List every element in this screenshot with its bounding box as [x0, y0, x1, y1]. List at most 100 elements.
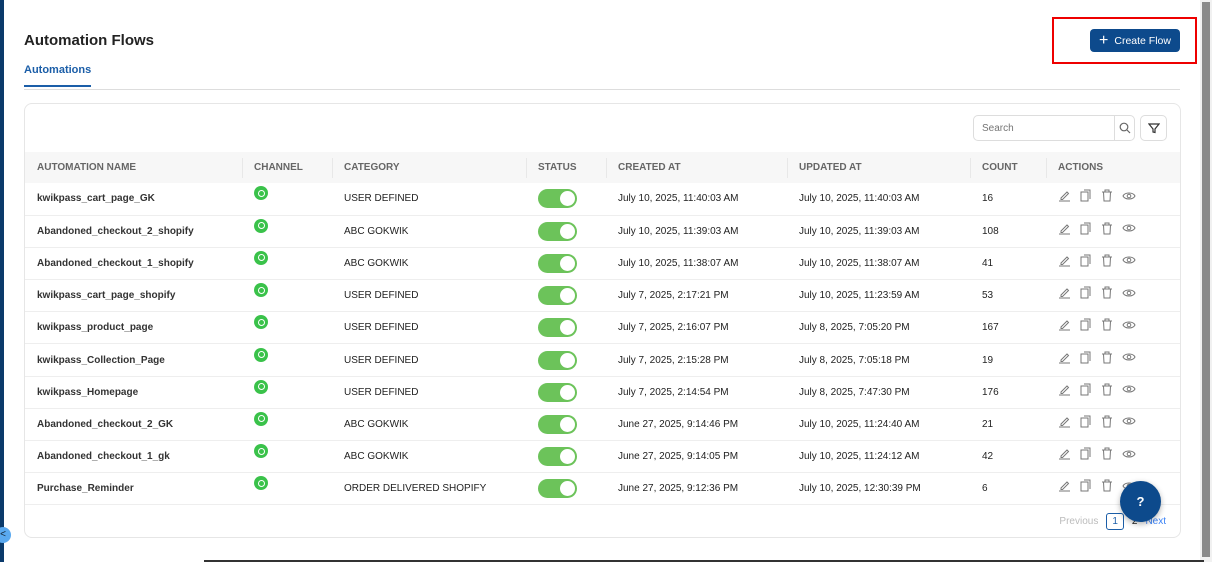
view-icon[interactable]: [1122, 416, 1136, 426]
channel-cell: [242, 311, 332, 345]
delete-icon[interactable]: [1101, 254, 1113, 267]
status-toggle[interactable]: [538, 253, 577, 273]
updated-at: July 8, 2025, 7:05:20 PM: [787, 311, 970, 345]
search-input[interactable]: [974, 116, 1114, 140]
column-header: ACTIONS: [1046, 152, 1180, 183]
automation-name[interactable]: kwikpass_Collection_Page: [25, 343, 242, 377]
page-1-button[interactable]: 1: [1106, 513, 1124, 530]
view-icon[interactable]: [1122, 320, 1136, 330]
created-at: June 27, 2025, 9:14:05 PM: [606, 440, 787, 474]
delete-icon[interactable]: [1101, 189, 1113, 202]
category: USER DEFINED: [332, 376, 526, 409]
filter-button[interactable]: [1140, 115, 1167, 141]
view-icon[interactable]: [1122, 255, 1136, 265]
collapse-sidebar-button[interactable]: <: [0, 527, 11, 543]
help-chat-button[interactable]: ?: [1120, 481, 1161, 522]
edit-icon[interactable]: [1058, 351, 1071, 364]
scrollbar[interactable]: [1200, 0, 1212, 562]
delete-icon[interactable]: [1101, 351, 1113, 364]
search-button[interactable]: [1114, 116, 1134, 140]
updated-at: July 10, 2025, 12:30:39 PM: [787, 472, 970, 506]
delete-icon[interactable]: [1101, 447, 1113, 460]
create-flow-button[interactable]: + Create Flow: [1090, 29, 1180, 52]
actions-cell: [1046, 408, 1180, 442]
automation-name[interactable]: Abandoned_checkout_1_gk: [25, 440, 242, 474]
delete-icon[interactable]: [1101, 318, 1113, 331]
delete-icon[interactable]: [1101, 415, 1113, 428]
table-row: kwikpass_Homepage USER DEFINED July 7, 202…: [25, 376, 1180, 409]
delete-icon[interactable]: [1101, 222, 1113, 235]
updated-at: July 10, 2025, 11:38:07 AM: [787, 247, 970, 281]
channel-cell: [242, 472, 332, 506]
count: 19: [970, 343, 1046, 377]
copy-icon[interactable]: [1080, 254, 1092, 267]
delete-icon[interactable]: [1101, 286, 1113, 299]
copy-icon[interactable]: [1080, 383, 1092, 396]
view-icon[interactable]: [1122, 191, 1136, 201]
copy-icon[interactable]: [1080, 318, 1092, 331]
status-toggle[interactable]: [538, 447, 577, 467]
status-toggle[interactable]: [538, 189, 577, 209]
count: 108: [970, 215, 1046, 248]
view-icon[interactable]: [1122, 223, 1136, 233]
edit-icon[interactable]: [1058, 254, 1071, 267]
automation-name[interactable]: Purchase_Reminder: [25, 472, 242, 506]
automation-name[interactable]: Abandoned_checkout_2_shopify: [25, 215, 242, 248]
scrollbar-thumb[interactable]: [1202, 2, 1210, 557]
status-cell: [526, 472, 606, 506]
delete-icon[interactable]: [1101, 383, 1113, 396]
whatsapp-icon: [254, 283, 268, 298]
category: USER DEFINED: [332, 279, 526, 313]
edit-icon[interactable]: [1058, 447, 1071, 460]
status-toggle[interactable]: [538, 414, 577, 434]
copy-icon[interactable]: [1080, 286, 1092, 299]
category: ABC GOKWIK: [332, 215, 526, 248]
actions-cell: [1046, 247, 1180, 281]
edit-icon[interactable]: [1058, 189, 1071, 202]
count: 21: [970, 408, 1046, 442]
edit-icon[interactable]: [1058, 318, 1071, 331]
status-toggle[interactable]: [538, 350, 577, 370]
automation-name[interactable]: kwikpass_cart_page_GK: [25, 183, 242, 216]
tab-automations[interactable]: Automations: [24, 64, 92, 87]
edit-icon[interactable]: [1058, 415, 1071, 428]
edit-icon[interactable]: [1058, 479, 1071, 492]
column-header: CREATED AT: [606, 152, 787, 183]
edit-icon[interactable]: [1058, 383, 1071, 396]
copy-icon[interactable]: [1080, 415, 1092, 428]
view-icon[interactable]: [1122, 288, 1136, 298]
search-icon: [1119, 122, 1130, 134]
automation-name[interactable]: kwikpass_cart_page_shopify: [25, 279, 242, 313]
delete-icon[interactable]: [1101, 479, 1113, 492]
copy-icon[interactable]: [1080, 447, 1092, 460]
status-cell: [526, 311, 606, 345]
column-header: COUNT: [970, 152, 1046, 183]
channel-cell: [242, 440, 332, 474]
table-row: Abandoned_checkout_2_shopify ABC GOKWIK Ju…: [25, 215, 1180, 248]
status-toggle[interactable]: [538, 479, 577, 499]
view-icon[interactable]: [1122, 352, 1136, 362]
status-toggle[interactable]: [538, 382, 577, 402]
automation-name[interactable]: kwikpass_product_page: [25, 311, 242, 345]
edit-icon[interactable]: [1058, 222, 1071, 235]
status-toggle[interactable]: [538, 318, 577, 338]
automation-name[interactable]: Abandoned_checkout_1_shopify: [25, 247, 242, 281]
view-icon[interactable]: [1122, 384, 1136, 394]
status-toggle[interactable]: [538, 286, 577, 306]
copy-icon[interactable]: [1080, 479, 1092, 492]
status-toggle[interactable]: [538, 221, 577, 241]
table-row: kwikpass_cart_page_GK USER DEFINED July 10…: [25, 183, 1180, 216]
automation-name[interactable]: Abandoned_checkout_2_GK: [25, 408, 242, 442]
previous-page-button[interactable]: Previous: [1059, 516, 1098, 527]
whatsapp-icon: [254, 476, 268, 491]
copy-icon[interactable]: [1080, 189, 1092, 202]
column-header: CATEGORY: [332, 152, 526, 183]
created-at: July 7, 2025, 2:15:28 PM: [606, 343, 787, 377]
channel-cell: [242, 183, 332, 216]
edit-icon[interactable]: [1058, 286, 1071, 299]
copy-icon[interactable]: [1080, 351, 1092, 364]
copy-icon[interactable]: [1080, 222, 1092, 235]
category: ABC GOKWIK: [332, 247, 526, 281]
automation-name[interactable]: kwikpass_Homepage: [25, 376, 242, 409]
view-icon[interactable]: [1122, 449, 1136, 459]
